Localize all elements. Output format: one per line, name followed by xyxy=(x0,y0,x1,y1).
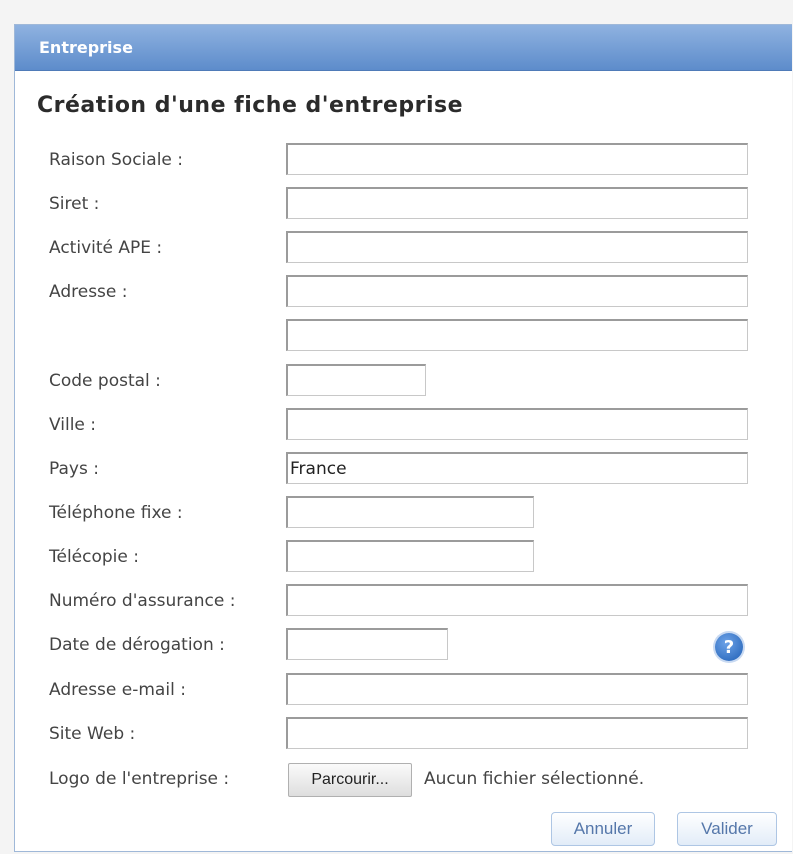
help-icon-glyph: ? xyxy=(723,636,735,658)
submit-button[interactable]: Valider xyxy=(677,812,777,846)
browse-button[interactable]: Parcourir... xyxy=(288,763,412,797)
logo-label: Logo de l'entreprise : xyxy=(49,769,230,789)
code-postal-label: Code postal : xyxy=(49,371,161,391)
cancel-button[interactable]: Annuler xyxy=(551,812,655,846)
pays-input[interactable] xyxy=(286,452,748,484)
numero-assurance-label: Numéro d'assurance : xyxy=(49,591,236,611)
adresse-email-input[interactable] xyxy=(286,673,748,705)
ville-label: Ville : xyxy=(49,415,97,435)
dialog-window: Entreprise Création d'une fiche d'entrep… xyxy=(14,24,792,852)
adresse-line2-input[interactable] xyxy=(286,319,748,351)
form-title: Création d'une fiche d'entreprise xyxy=(37,93,464,118)
title-bar: Entreprise xyxy=(15,25,792,71)
numero-assurance-input[interactable] xyxy=(286,584,748,616)
activite-ape-input[interactable] xyxy=(286,231,748,263)
adresse-label: Adresse : xyxy=(49,282,128,302)
adresse-line1-input[interactable] xyxy=(286,275,748,307)
question-mark-icon[interactable]: ? xyxy=(715,633,743,661)
file-status-text: Aucun fichier sélectionné. xyxy=(424,769,645,789)
telecopie-input[interactable] xyxy=(286,540,534,572)
siret-label: Siret : xyxy=(49,194,100,214)
raison-sociale-input[interactable] xyxy=(286,143,748,175)
site-web-input[interactable] xyxy=(286,717,748,749)
date-derogation-label: Date de dérogation : xyxy=(49,635,225,655)
siret-input[interactable] xyxy=(286,187,748,219)
telecopie-label: Télécopie : xyxy=(49,547,139,567)
window-title: Entreprise xyxy=(39,38,133,57)
code-postal-input[interactable] xyxy=(286,364,426,396)
raison-sociale-label: Raison Sociale : xyxy=(49,150,184,170)
ville-input[interactable] xyxy=(286,408,748,440)
site-web-label: Site Web : xyxy=(49,724,136,744)
telephone-fixe-label: Téléphone fixe : xyxy=(49,503,183,523)
pays-label: Pays : xyxy=(49,459,99,479)
date-derogation-input[interactable] xyxy=(286,628,448,660)
telephone-fixe-input[interactable] xyxy=(286,496,534,528)
adresse-email-label: Adresse e-mail : xyxy=(49,680,186,700)
activite-ape-label: Activité APE : xyxy=(49,238,163,258)
